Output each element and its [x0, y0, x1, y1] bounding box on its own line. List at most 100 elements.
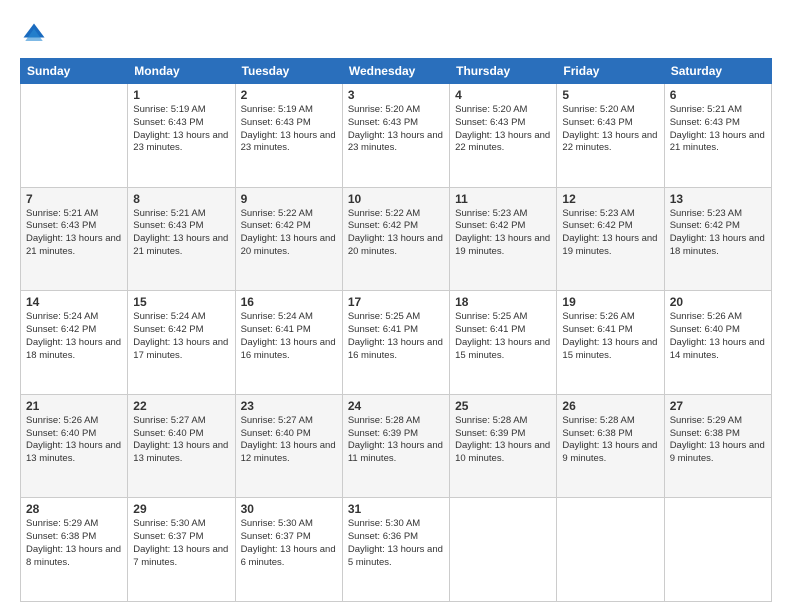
- sunrise-text: Sunrise: 5:27 AM: [133, 415, 205, 426]
- sunrise-text: Sunrise: 5:21 AM: [670, 104, 742, 115]
- daylight-text: Daylight: 13 hours and 17 minutes.: [133, 337, 228, 361]
- calendar-cell: 26 Sunrise: 5:28 AM Sunset: 6:38 PM Dayl…: [557, 394, 664, 498]
- day-number: 7: [26, 192, 122, 206]
- daylight-text: Daylight: 13 hours and 18 minutes.: [670, 233, 765, 257]
- daylight-text: Daylight: 13 hours and 5 minutes.: [348, 544, 443, 568]
- calendar-cell: 14 Sunrise: 5:24 AM Sunset: 6:42 PM Dayl…: [21, 291, 128, 395]
- day-number: 30: [241, 502, 337, 516]
- calendar-cell: 22 Sunrise: 5:27 AM Sunset: 6:40 PM Dayl…: [128, 394, 235, 498]
- day-info: Sunrise: 5:20 AM Sunset: 6:43 PM Dayligh…: [562, 104, 658, 155]
- daylight-text: Daylight: 13 hours and 22 minutes.: [562, 130, 657, 154]
- sunset-text: Sunset: 6:42 PM: [455, 220, 525, 231]
- sunset-text: Sunset: 6:42 PM: [348, 220, 418, 231]
- daylight-text: Daylight: 13 hours and 9 minutes.: [670, 440, 765, 464]
- day-number: 31: [348, 502, 444, 516]
- sunset-text: Sunset: 6:40 PM: [26, 428, 96, 439]
- calendar-table: SundayMondayTuesdayWednesdayThursdayFrid…: [20, 58, 772, 602]
- sunset-text: Sunset: 6:41 PM: [562, 324, 632, 335]
- calendar-cell: 30 Sunrise: 5:30 AM Sunset: 6:37 PM Dayl…: [235, 498, 342, 602]
- day-number: 4: [455, 88, 551, 102]
- day-info: Sunrise: 5:29 AM Sunset: 6:38 PM Dayligh…: [670, 415, 766, 466]
- page: SundayMondayTuesdayWednesdayThursdayFrid…: [0, 0, 792, 612]
- sunset-text: Sunset: 6:42 PM: [670, 220, 740, 231]
- calendar-cell: 6 Sunrise: 5:21 AM Sunset: 6:43 PM Dayli…: [664, 84, 771, 188]
- sunrise-text: Sunrise: 5:20 AM: [562, 104, 634, 115]
- day-number: 29: [133, 502, 229, 516]
- sunset-text: Sunset: 6:43 PM: [26, 220, 96, 231]
- daylight-text: Daylight: 13 hours and 12 minutes.: [241, 440, 336, 464]
- calendar-cell: 4 Sunrise: 5:20 AM Sunset: 6:43 PM Dayli…: [450, 84, 557, 188]
- calendar-week-3: 21 Sunrise: 5:26 AM Sunset: 6:40 PM Dayl…: [21, 394, 772, 498]
- daylight-text: Daylight: 13 hours and 21 minutes.: [26, 233, 121, 257]
- sunset-text: Sunset: 6:40 PM: [241, 428, 311, 439]
- day-number: 13: [670, 192, 766, 206]
- day-info: Sunrise: 5:19 AM Sunset: 6:43 PM Dayligh…: [133, 104, 229, 155]
- sunset-text: Sunset: 6:42 PM: [26, 324, 96, 335]
- calendar-cell: [450, 498, 557, 602]
- daylight-text: Daylight: 13 hours and 23 minutes.: [348, 130, 443, 154]
- day-number: 17: [348, 295, 444, 309]
- daylight-text: Daylight: 13 hours and 14 minutes.: [670, 337, 765, 361]
- day-header-thursday: Thursday: [450, 59, 557, 84]
- daylight-text: Daylight: 13 hours and 10 minutes.: [455, 440, 550, 464]
- day-number: 9: [241, 192, 337, 206]
- calendar-cell: 5 Sunrise: 5:20 AM Sunset: 6:43 PM Dayli…: [557, 84, 664, 188]
- day-number: 10: [348, 192, 444, 206]
- daylight-text: Daylight: 13 hours and 22 minutes.: [455, 130, 550, 154]
- calendar-cell: 12 Sunrise: 5:23 AM Sunset: 6:42 PM Dayl…: [557, 187, 664, 291]
- calendar-cell: 28 Sunrise: 5:29 AM Sunset: 6:38 PM Dayl…: [21, 498, 128, 602]
- day-number: 2: [241, 88, 337, 102]
- sunrise-text: Sunrise: 5:21 AM: [133, 208, 205, 219]
- calendar-week-2: 14 Sunrise: 5:24 AM Sunset: 6:42 PM Dayl…: [21, 291, 772, 395]
- day-header-sunday: Sunday: [21, 59, 128, 84]
- daylight-text: Daylight: 13 hours and 21 minutes.: [133, 233, 228, 257]
- sunrise-text: Sunrise: 5:28 AM: [455, 415, 527, 426]
- calendar-cell: 19 Sunrise: 5:26 AM Sunset: 6:41 PM Dayl…: [557, 291, 664, 395]
- sunrise-text: Sunrise: 5:25 AM: [455, 311, 527, 322]
- day-number: 12: [562, 192, 658, 206]
- calendar-cell: 11 Sunrise: 5:23 AM Sunset: 6:42 PM Dayl…: [450, 187, 557, 291]
- calendar-cell: 20 Sunrise: 5:26 AM Sunset: 6:40 PM Dayl…: [664, 291, 771, 395]
- daylight-text: Daylight: 13 hours and 20 minutes.: [241, 233, 336, 257]
- sunset-text: Sunset: 6:41 PM: [348, 324, 418, 335]
- sunset-text: Sunset: 6:38 PM: [26, 531, 96, 542]
- day-info: Sunrise: 5:28 AM Sunset: 6:39 PM Dayligh…: [455, 415, 551, 466]
- sunrise-text: Sunrise: 5:22 AM: [348, 208, 420, 219]
- sunrise-text: Sunrise: 5:20 AM: [455, 104, 527, 115]
- day-number: 22: [133, 399, 229, 413]
- day-info: Sunrise: 5:21 AM Sunset: 6:43 PM Dayligh…: [26, 208, 122, 259]
- day-header-tuesday: Tuesday: [235, 59, 342, 84]
- day-number: 1: [133, 88, 229, 102]
- daylight-text: Daylight: 13 hours and 18 minutes.: [26, 337, 121, 361]
- day-info: Sunrise: 5:19 AM Sunset: 6:43 PM Dayligh…: [241, 104, 337, 155]
- daylight-text: Daylight: 13 hours and 7 minutes.: [133, 544, 228, 568]
- day-info: Sunrise: 5:28 AM Sunset: 6:38 PM Dayligh…: [562, 415, 658, 466]
- day-info: Sunrise: 5:20 AM Sunset: 6:43 PM Dayligh…: [455, 104, 551, 155]
- calendar-cell: 9 Sunrise: 5:22 AM Sunset: 6:42 PM Dayli…: [235, 187, 342, 291]
- day-info: Sunrise: 5:29 AM Sunset: 6:38 PM Dayligh…: [26, 518, 122, 569]
- day-number: 6: [670, 88, 766, 102]
- day-number: 25: [455, 399, 551, 413]
- calendar-cell: 1 Sunrise: 5:19 AM Sunset: 6:43 PM Dayli…: [128, 84, 235, 188]
- daylight-text: Daylight: 13 hours and 16 minutes.: [348, 337, 443, 361]
- sunset-text: Sunset: 6:42 PM: [562, 220, 632, 231]
- calendar-cell: [664, 498, 771, 602]
- sunrise-text: Sunrise: 5:30 AM: [241, 518, 313, 529]
- sunset-text: Sunset: 6:43 PM: [241, 117, 311, 128]
- day-number: 20: [670, 295, 766, 309]
- sunrise-text: Sunrise: 5:27 AM: [241, 415, 313, 426]
- daylight-text: Daylight: 13 hours and 9 minutes.: [562, 440, 657, 464]
- sunrise-text: Sunrise: 5:26 AM: [562, 311, 634, 322]
- daylight-text: Daylight: 13 hours and 23 minutes.: [241, 130, 336, 154]
- day-number: 8: [133, 192, 229, 206]
- sunrise-text: Sunrise: 5:24 AM: [26, 311, 98, 322]
- calendar-cell: 15 Sunrise: 5:24 AM Sunset: 6:42 PM Dayl…: [128, 291, 235, 395]
- sunset-text: Sunset: 6:39 PM: [348, 428, 418, 439]
- sunrise-text: Sunrise: 5:23 AM: [670, 208, 742, 219]
- day-number: 19: [562, 295, 658, 309]
- sunset-text: Sunset: 6:43 PM: [562, 117, 632, 128]
- calendar-cell: 27 Sunrise: 5:29 AM Sunset: 6:38 PM Dayl…: [664, 394, 771, 498]
- sunrise-text: Sunrise: 5:19 AM: [133, 104, 205, 115]
- day-info: Sunrise: 5:24 AM Sunset: 6:42 PM Dayligh…: [26, 311, 122, 362]
- sunset-text: Sunset: 6:40 PM: [133, 428, 203, 439]
